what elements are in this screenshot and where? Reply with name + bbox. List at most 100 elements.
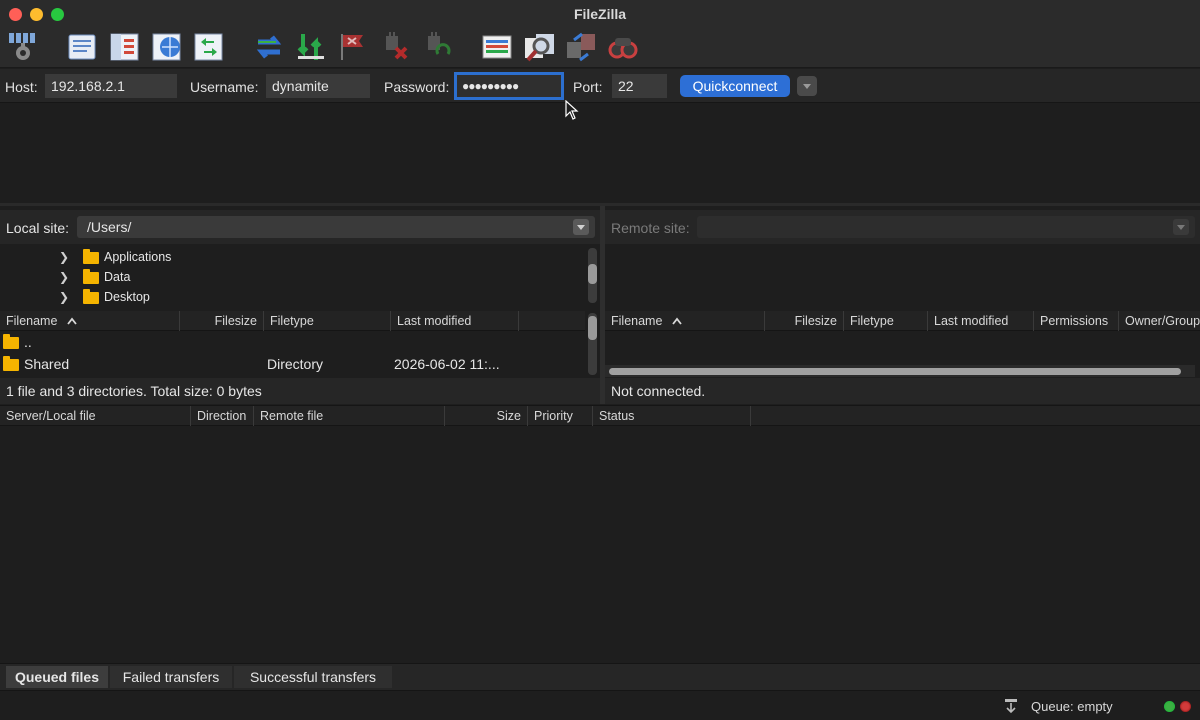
tree-item[interactable]: ❯ Data xyxy=(0,266,585,286)
username-input[interactable]: dynamite xyxy=(266,74,370,98)
column-direction[interactable]: Direction xyxy=(191,406,254,426)
table-row[interactable]: Shared Directory 2026-06-02 11:... xyxy=(0,353,585,375)
column-filesize[interactable]: Filesize xyxy=(765,311,844,331)
remote-site-label: Remote site: xyxy=(611,220,690,236)
column-remote-file[interactable]: Remote file xyxy=(254,406,445,426)
filezilla-window: FileZilla Host: 192.168.2.1 Username: dy… xyxy=(0,0,1200,720)
quickconnect-history-dropdown[interactable] xyxy=(797,76,817,96)
window-title: FileZilla xyxy=(573,6,627,22)
queue-transfer-icon xyxy=(1005,699,1017,714)
file-name: Shared xyxy=(24,356,70,372)
status-bar: Queue: empty xyxy=(0,690,1200,720)
process-queue-button[interactable] xyxy=(294,30,328,64)
remote-status-text: Not connected. xyxy=(611,383,706,399)
disconnect-icon xyxy=(386,32,408,60)
filter-icon xyxy=(482,35,512,59)
local-site-label: Local site: xyxy=(6,220,70,236)
message-log-icon xyxy=(68,34,96,60)
disconnect-button[interactable] xyxy=(378,30,412,64)
column-filetype[interactable]: Filetype xyxy=(264,311,391,331)
directory-tree-icon xyxy=(110,33,139,61)
transfer-queue-list[interactable] xyxy=(0,426,1200,663)
site-manager-button[interactable] xyxy=(6,30,40,64)
local-list-scrollbar[interactable] xyxy=(588,313,597,375)
tree-item[interactable]: ❯ Applications xyxy=(0,246,585,266)
column-last-modified[interactable]: Last modified xyxy=(928,311,1034,331)
local-list-scroll-thumb[interactable] xyxy=(588,316,597,340)
password-input[interactable]: ●●●●●●●●● xyxy=(454,72,564,100)
remote-list-hscroll-thumb[interactable] xyxy=(609,368,1181,375)
compare-icon xyxy=(525,34,554,62)
title-bar: FileZilla xyxy=(0,0,1200,28)
column-status[interactable]: Status xyxy=(593,406,751,426)
queue-status-text: Queue: empty xyxy=(1031,699,1113,714)
table-row[interactable]: .. xyxy=(0,331,585,353)
tab-successful-transfers[interactable]: Successful transfers xyxy=(234,666,392,688)
column-permissions[interactable]: Permissions xyxy=(1034,311,1119,331)
reconnect-button[interactable] xyxy=(420,30,454,64)
quickconnect-button[interactable]: Quickconnect xyxy=(680,75,790,97)
remote-column-header: Filename Filesize Filetype Last modified… xyxy=(605,311,1200,331)
cancel-operation-button[interactable] xyxy=(336,30,370,64)
message-log[interactable] xyxy=(0,104,1200,206)
local-column-header: Filename Filesize Filetype Last modified xyxy=(0,311,585,331)
remote-path-combobox xyxy=(697,216,1195,238)
site-manager-icon xyxy=(9,33,35,60)
tab-queued-files[interactable]: Queued files xyxy=(6,666,108,688)
sort-ascending-icon xyxy=(67,317,77,325)
column-size[interactable]: Size xyxy=(445,406,528,426)
host-input[interactable]: 192.168.2.1 xyxy=(45,74,177,98)
column-filesize[interactable]: Filesize xyxy=(180,311,264,331)
column-filetype[interactable]: Filetype xyxy=(844,311,928,331)
tree-item[interactable]: ❯ Desktop xyxy=(0,286,585,306)
expand-chevron-icon[interactable]: ❯ xyxy=(59,270,69,284)
folder-icon xyxy=(3,334,19,349)
expand-chevron-icon[interactable]: ❯ xyxy=(59,290,69,304)
search-remote-files-button[interactable] xyxy=(606,30,640,64)
column-filename[interactable]: Filename xyxy=(605,311,765,331)
send-indicator-icon xyxy=(1180,701,1191,712)
toolbar xyxy=(0,28,1200,68)
process-queue-icon xyxy=(297,34,324,60)
receive-indicator-icon xyxy=(1164,701,1175,712)
folder-icon xyxy=(83,269,99,284)
sync-browse-icon xyxy=(567,32,595,62)
file-name: .. xyxy=(24,334,32,350)
tree-item-label: Desktop xyxy=(104,290,150,304)
column-last-modified[interactable]: Last modified xyxy=(391,311,519,331)
queue-tabs: Queued files Failed transfers Successful… xyxy=(0,663,1200,690)
tab-failed-transfers[interactable]: Failed transfers xyxy=(110,666,232,688)
local-tree-scrollbar[interactable] xyxy=(588,248,597,303)
local-path-combobox[interactable]: /Users/ xyxy=(77,216,595,238)
synchronized-browsing-button[interactable] xyxy=(564,30,598,64)
directory-compare-button[interactable] xyxy=(522,30,556,64)
directory-filter-button[interactable] xyxy=(480,30,514,64)
file-modified: 2026-06-02 11:... xyxy=(394,356,500,372)
folder-icon xyxy=(3,356,19,371)
queue-column-header: Server/Local file Direction Remote file … xyxy=(0,405,1200,426)
port-input[interactable]: 22 xyxy=(612,74,667,98)
remote-list-hscrollbar[interactable] xyxy=(605,365,1195,377)
column-filename[interactable]: Filename xyxy=(0,311,180,331)
cancel-icon xyxy=(341,34,363,60)
file-type: Directory xyxy=(267,356,324,372)
local-path-dropdown-arrow[interactable] xyxy=(573,219,589,235)
message-log-toggle-button[interactable] xyxy=(66,30,100,64)
local-tree-toggle-button[interactable] xyxy=(108,30,142,64)
column-server-local-file[interactable]: Server/Local file xyxy=(0,406,191,426)
password-label: Password: xyxy=(384,79,450,95)
column-priority[interactable]: Priority xyxy=(528,406,593,426)
refresh-button[interactable] xyxy=(252,30,286,64)
file-list-toggle-button[interactable] xyxy=(192,30,226,64)
column-owner-group[interactable]: Owner/Group xyxy=(1119,311,1200,331)
expand-chevron-icon[interactable]: ❯ xyxy=(59,250,69,264)
port-label: Port: xyxy=(573,79,603,95)
tree-item-label: Data xyxy=(104,270,131,284)
local-tree-scroll-thumb[interactable] xyxy=(588,264,597,284)
remote-tree-toggle-button[interactable] xyxy=(150,30,184,64)
local-status-text: 1 file and 3 directories. Total size: 0 … xyxy=(6,383,262,399)
remote-site-bar: Remote site: xyxy=(605,210,1200,244)
refresh-icon xyxy=(256,35,282,59)
reconnect-icon xyxy=(428,32,451,55)
sort-ascending-icon xyxy=(672,317,682,325)
